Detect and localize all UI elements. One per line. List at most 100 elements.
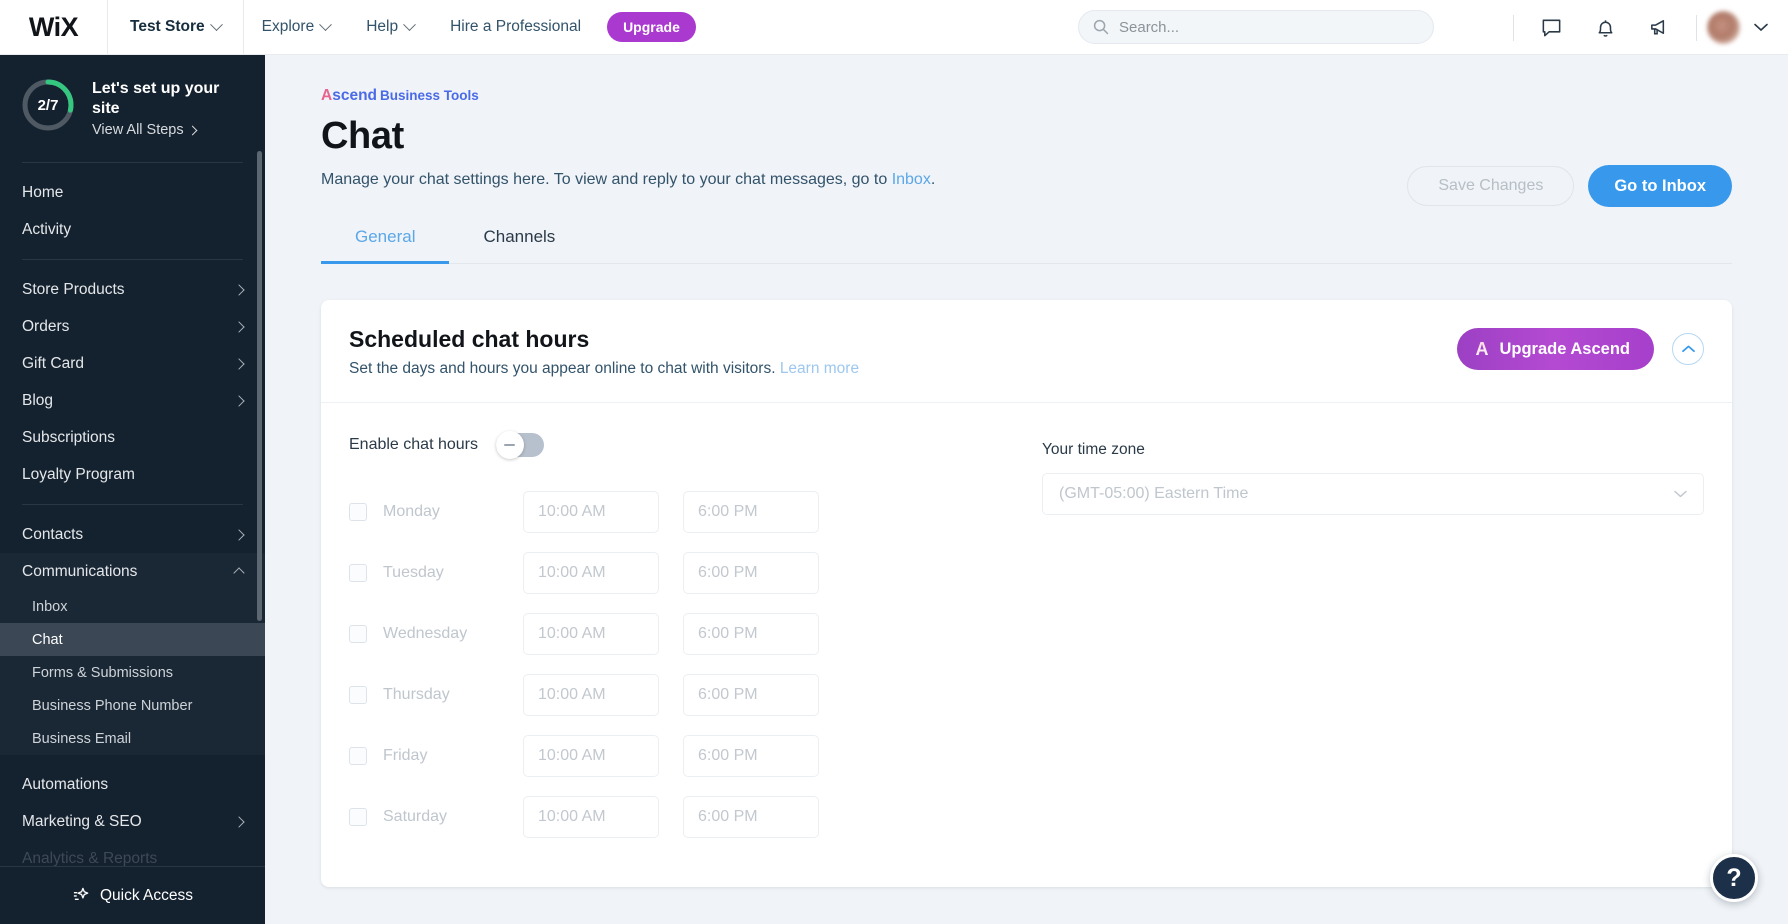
sidebar-item-label: Loyalty Program — [22, 465, 135, 483]
sidebar-item-activity[interactable]: Activity — [0, 211, 265, 248]
sidebar-item-label: Gift Card — [22, 354, 85, 372]
communications-subnav: Inbox Chat Forms & Submissions Business … — [0, 590, 265, 755]
day-label: Thursday — [383, 685, 450, 703]
page-header-actions: Save Changes Go to Inbox — [1407, 165, 1732, 207]
chevron-up-icon — [1681, 345, 1695, 353]
account-menu-chevron-down-icon[interactable] — [1754, 19, 1768, 37]
enable-chat-hours-toggle[interactable] — [495, 431, 544, 459]
settings-tabs: General Channels — [321, 227, 1732, 264]
search-input[interactable]: Search... — [1078, 10, 1434, 44]
sidebar-item-home[interactable]: Home — [0, 174, 265, 211]
sidebar-item-contacts[interactable]: Contacts — [0, 516, 265, 553]
sidebar-item-chat[interactable]: Chat — [0, 623, 265, 656]
day-row: Saturday 10:00 AM 6:00 PM — [349, 786, 982, 847]
scheduled-chat-hours-card: Scheduled chat hours Set the days and ho… — [321, 300, 1732, 887]
card-header-actions: A Upgrade Ascend — [1457, 328, 1704, 370]
chevron-down-icon — [403, 17, 416, 31]
search-placeholder: Search... — [1119, 18, 1180, 36]
wix-logo[interactable]: WiX — [0, 0, 107, 55]
start-time-tuesday[interactable]: 10:00 AM — [523, 551, 659, 594]
sidebar-item-business-phone-number[interactable]: Business Phone Number — [0, 689, 265, 722]
start-time-friday[interactable]: 10:00 AM — [523, 734, 659, 777]
megaphone-icon[interactable] — [1632, 0, 1686, 55]
main-content: Ascend Business Tools Chat Manage your ch… — [265, 55, 1788, 924]
day-checkbox-wednesday[interactable] — [349, 624, 367, 643]
setup-progress-label: 2/7 — [37, 96, 59, 114]
end-time-tuesday[interactable]: 6:00 PM — [683, 551, 819, 594]
tab-general[interactable]: General — [321, 227, 450, 264]
timezone-select[interactable]: (GMT-05:00) Eastern Time — [1042, 473, 1704, 515]
avatar[interactable] — [1707, 11, 1740, 44]
divider — [1696, 14, 1697, 41]
tab-channels[interactable]: Channels — [449, 227, 589, 263]
nav-help[interactable]: Help — [348, 0, 432, 55]
go-to-inbox-button[interactable]: Go to Inbox — [1588, 165, 1732, 207]
view-all-steps-link[interactable]: View All Steps — [92, 122, 242, 138]
collapse-card-button[interactable] — [1672, 333, 1704, 365]
start-time-thursday[interactable]: 10:00 AM — [523, 673, 659, 716]
chevron-up-icon — [233, 567, 245, 579]
sidebar-item-forms-and-submissions[interactable]: Forms & Submissions — [0, 656, 265, 689]
day-checkbox-tuesday[interactable] — [349, 563, 367, 582]
sidebar-item-gift-card[interactable]: Gift Card — [0, 345, 265, 382]
quick-access-label: Quick Access — [99, 886, 194, 904]
end-time-friday[interactable]: 6:00 PM — [683, 734, 819, 777]
nav-hire-a-professional[interactable]: Hire a Professional — [432, 0, 599, 55]
bell-icon[interactable] — [1578, 0, 1632, 55]
end-time-wednesday[interactable]: 6:00 PM — [683, 612, 819, 655]
upgrade-button[interactable]: Upgrade — [607, 12, 696, 42]
day-row: Wednesday 10:00 AM 6:00 PM — [349, 603, 982, 664]
start-time-wednesday[interactable]: 10:00 AM — [523, 612, 659, 655]
sidebar-item-marketing-and-seo[interactable]: Marketing & SEO — [0, 803, 265, 840]
nav-explore[interactable]: Explore — [244, 0, 349, 55]
ascend-logo-suffix: Business Tools — [380, 88, 479, 103]
ascend-logo-a: A — [321, 87, 333, 104]
divider — [1513, 14, 1514, 41]
chat-bubble-icon[interactable] — [1524, 0, 1578, 55]
chevron-right-icon — [187, 125, 198, 135]
quick-access-button[interactable]: Quick Access — [0, 866, 265, 924]
top-right-actions — [1503, 0, 1774, 55]
end-time-monday[interactable]: 6:00 PM — [683, 490, 819, 533]
nav-explore-label: Explore — [261, 18, 315, 35]
sidebar-item-automations[interactable]: Automations — [0, 766, 265, 803]
end-time-saturday[interactable]: 6:00 PM — [683, 795, 819, 838]
sidebar-item-orders[interactable]: Orders — [0, 308, 265, 345]
site-selector[interactable]: Test Store — [108, 0, 243, 55]
start-time-saturday[interactable]: 10:00 AM — [523, 795, 659, 838]
sidebar-item-business-email[interactable]: Business Email — [0, 722, 265, 755]
sidebar-item-blog[interactable]: Blog — [0, 382, 265, 419]
chevron-down-icon — [1674, 490, 1687, 498]
ascend-business-tools-logo: Ascend Business Tools — [321, 87, 1732, 105]
day-checkbox-monday[interactable] — [349, 502, 367, 521]
day-checkbox-thursday[interactable] — [349, 685, 367, 704]
page-header: Ascend Business Tools Chat Manage your ch… — [265, 55, 1788, 207]
save-changes-button[interactable]: Save Changes — [1407, 166, 1575, 206]
sidebar-item-inbox[interactable]: Inbox — [0, 590, 265, 623]
end-time-thursday[interactable]: 6:00 PM — [683, 673, 819, 716]
day-checkbox-friday[interactable] — [349, 746, 367, 765]
sidebar-item-communications[interactable]: Communications — [0, 553, 265, 590]
setup-progress-block[interactable]: 2/7 Let's set up your site View All Step… — [0, 55, 265, 162]
sidebar-subitem-label: Inbox — [32, 598, 68, 615]
start-time-monday[interactable]: 10:00 AM — [523, 490, 659, 533]
enable-chat-hours-row: Enable chat hours — [349, 431, 982, 459]
sidebar-item-subscriptions[interactable]: Subscriptions — [0, 419, 265, 456]
sidebar-item-label: Marketing & SEO — [22, 812, 142, 830]
page-title: Chat — [321, 115, 404, 157]
sidebar-subitem-label: Business Phone Number — [32, 697, 193, 714]
inbox-link[interactable]: Inbox — [892, 171, 931, 188]
sparkle-icon — [73, 887, 89, 900]
day-checkbox-saturday[interactable] — [349, 807, 367, 826]
sidebar-item-label: Blog — [22, 391, 54, 409]
day-label: Saturday — [383, 807, 448, 825]
sidebar-item-store-products[interactable]: Store Products — [0, 271, 265, 308]
help-button[interactable]: ? — [1710, 854, 1758, 902]
chevron-right-icon — [233, 357, 245, 370]
upgrade-ascend-button[interactable]: A Upgrade Ascend — [1457, 328, 1654, 370]
day-label: Friday — [383, 746, 428, 764]
learn-more-link[interactable]: Learn more — [780, 360, 859, 377]
page-subtitle-period: . — [930, 171, 936, 188]
sidebar-item-loyalty-program[interactable]: Loyalty Program — [0, 456, 265, 493]
sidebar-scrollbar[interactable] — [257, 151, 262, 621]
